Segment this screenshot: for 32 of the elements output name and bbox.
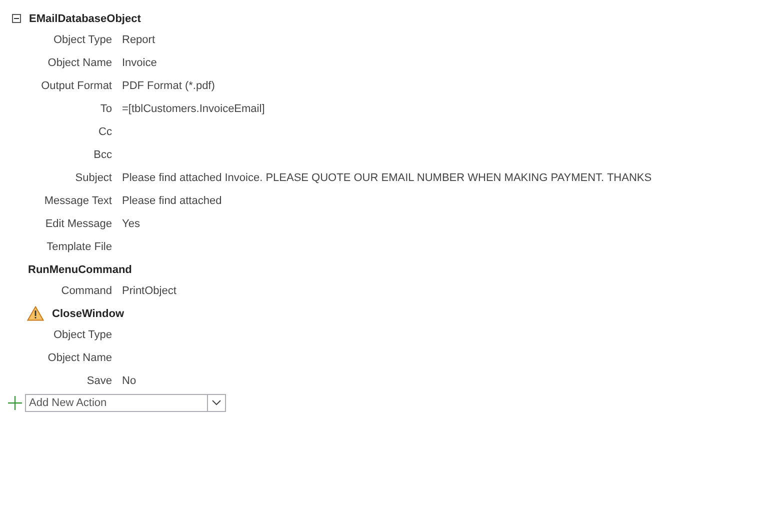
- argument-label: Object Name: [46, 56, 112, 71]
- argument-value[interactable]: Yes: [122, 213, 781, 236]
- argument-label: Object Type: [52, 33, 112, 48]
- dropdown-button[interactable]: [207, 394, 226, 412]
- argument-label: Message Text: [43, 194, 112, 209]
- argument-value[interactable]: Report: [122, 29, 781, 52]
- action-name: RunMenuCommand: [28, 264, 132, 276]
- argument-label: Cc: [98, 125, 112, 140]
- add-icon[interactable]: [8, 396, 22, 410]
- argument-label: Object Type: [52, 328, 112, 343]
- argument-value[interactable]: =[tblCustomers.InvoiceEmail]: [122, 98, 781, 121]
- argument-label: Object Name: [46, 351, 112, 366]
- argument-label: Edit Message: [44, 217, 112, 232]
- argument-label: Template File: [46, 240, 112, 255]
- argument-value[interactable]: PrintObject: [122, 280, 781, 303]
- argument-label: Subject: [74, 171, 112, 186]
- chevron-down-icon: [212, 400, 221, 406]
- argument-label: Save: [86, 374, 112, 389]
- argument-value[interactable]: Please find attached: [122, 190, 781, 213]
- argument-label: Bcc: [92, 148, 112, 163]
- argument-value[interactable]: Invoice: [122, 52, 781, 75]
- argument-value[interactable]: Please find attached Invoice. PLEASE QUOTE OUR EMAIL NUMBER WHEN MAKING PAYMENT. THANKS: [122, 167, 781, 190]
- action-name: CloseWindow: [52, 308, 124, 320]
- argument-label: Command: [60, 284, 112, 299]
- argument-label: To: [99, 102, 112, 117]
- collapse-icon[interactable]: [12, 14, 21, 23]
- argument-label: Output Format: [40, 79, 112, 94]
- action-name: EMailDatabaseObject: [29, 12, 141, 24]
- warning-icon: [27, 306, 44, 321]
- argument-value[interactable]: PDF Format (*.pdf): [122, 75, 781, 98]
- argument-value[interactable]: No: [122, 370, 781, 393]
- add-action-field[interactable]: Add New Action: [25, 394, 207, 412]
